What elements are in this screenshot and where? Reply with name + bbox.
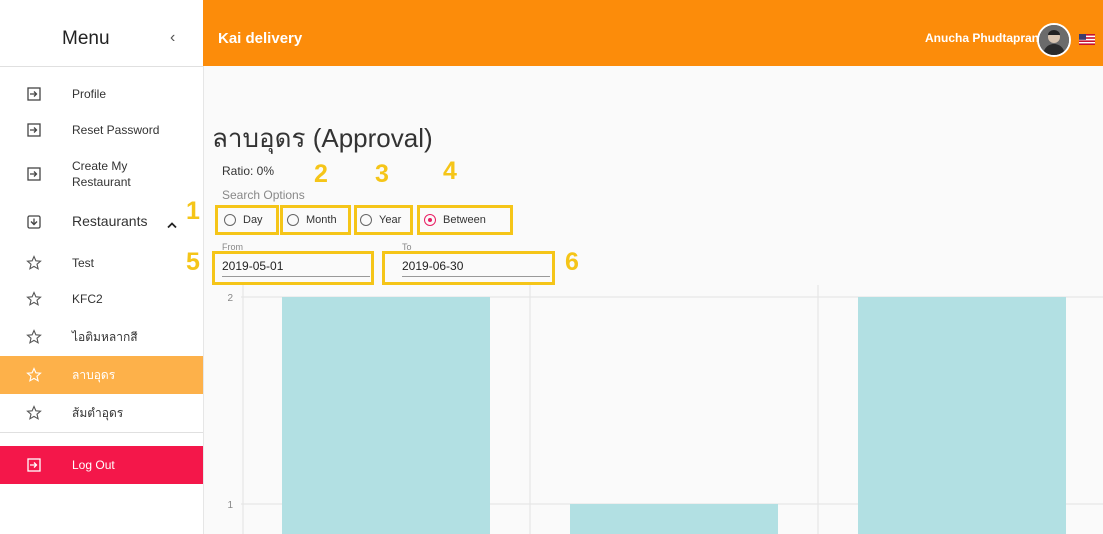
annotation-box-between bbox=[417, 205, 513, 235]
logout-button[interactable]: Log Out bbox=[0, 446, 203, 484]
sidebar-item-restaurants[interactable]: Restaurants bbox=[0, 208, 203, 236]
annotation-number: 2 bbox=[314, 160, 328, 188]
annotation-number: 1 bbox=[186, 197, 200, 225]
store-icon bbox=[24, 212, 44, 232]
login-icon bbox=[24, 164, 44, 184]
chart-bar bbox=[282, 297, 490, 534]
page-title: ลาบอุดร (Approval) bbox=[212, 123, 433, 153]
star-outline-icon bbox=[24, 403, 44, 423]
sidebar-item-create-restaurant[interactable]: Create My Restaurant bbox=[0, 154, 203, 194]
bar-chart: 21 bbox=[227, 285, 1103, 534]
menu-header: Menu ‹ bbox=[0, 0, 203, 67]
annotation-box-to bbox=[382, 251, 555, 285]
annotation-number: 3 bbox=[375, 160, 389, 188]
sidebar-item-label: Create My Restaurant bbox=[72, 159, 131, 189]
annotation-number: 4 bbox=[443, 157, 457, 185]
sidebar-item-reset-password[interactable]: Reset Password bbox=[0, 116, 203, 144]
sidebar-item-label: ไอติมหลากสี bbox=[72, 330, 138, 344]
search-options-label: Search Options bbox=[222, 188, 305, 202]
logout-label: Log Out bbox=[72, 458, 115, 472]
star-outline-icon bbox=[24, 365, 44, 385]
sidebar-item-label: Test bbox=[72, 256, 95, 270]
sidebar-item-somtam-udon[interactable]: ส้มตำอุดร bbox=[0, 398, 203, 428]
menu-title: Menu bbox=[62, 28, 110, 49]
sidebar: Menu ‹ Profile Reset Password Create My … bbox=[0, 0, 204, 534]
y-tick-label: 1 bbox=[227, 500, 233, 511]
sidebar-item-test[interactable]: Test bbox=[0, 248, 203, 278]
annotation-box-day bbox=[215, 205, 279, 235]
chart-bar bbox=[570, 504, 778, 534]
y-tick-label: 2 bbox=[227, 293, 233, 304]
avatar[interactable] bbox=[1037, 23, 1071, 57]
login-icon bbox=[24, 455, 44, 475]
star-outline-icon bbox=[24, 289, 44, 309]
chevron-left-icon[interactable]: ‹ bbox=[170, 29, 175, 47]
annotation-box-from bbox=[212, 251, 374, 285]
login-icon bbox=[24, 120, 44, 140]
sidebar-item-label: Reset Password bbox=[72, 123, 160, 137]
ratio-text: Ratio: 0% bbox=[222, 164, 275, 178]
us-flag-icon[interactable] bbox=[1079, 32, 1095, 45]
sidebar-item-label: ลาบอุดร bbox=[72, 368, 116, 382]
star-outline-icon bbox=[24, 253, 44, 273]
sidebar-item-ice-cream[interactable]: ไอติมหลากสี bbox=[0, 322, 203, 352]
login-icon bbox=[24, 84, 44, 104]
sidebar-item-label: ส้มตำอุดร bbox=[72, 406, 124, 420]
annotation-box-year bbox=[354, 205, 413, 235]
user-name[interactable]: Anucha Phudtapranee bbox=[925, 31, 1052, 45]
sidebar-item-label: KFC2 bbox=[72, 292, 103, 306]
sidebar-item-profile[interactable]: Profile bbox=[0, 80, 203, 108]
sidebar-item-kfc2[interactable]: KFC2 bbox=[0, 284, 203, 314]
sidebar-item-label: Restaurants bbox=[72, 213, 148, 229]
star-outline-icon bbox=[24, 327, 44, 347]
chevron-up-icon[interactable] bbox=[167, 216, 177, 234]
app-title: Kai delivery bbox=[218, 30, 303, 47]
chart-bar bbox=[858, 297, 1066, 534]
sidebar-item-larb-udon[interactable]: ลาบอุดร bbox=[0, 356, 203, 394]
annotation-number: 5 bbox=[186, 248, 200, 276]
top-app-bar: Kai delivery Anucha Phudtapranee bbox=[203, 0, 1103, 66]
annotation-box-month bbox=[280, 205, 351, 235]
sidebar-item-label: Profile bbox=[72, 87, 107, 101]
annotation-number: 6 bbox=[565, 248, 579, 276]
divider bbox=[0, 432, 203, 433]
